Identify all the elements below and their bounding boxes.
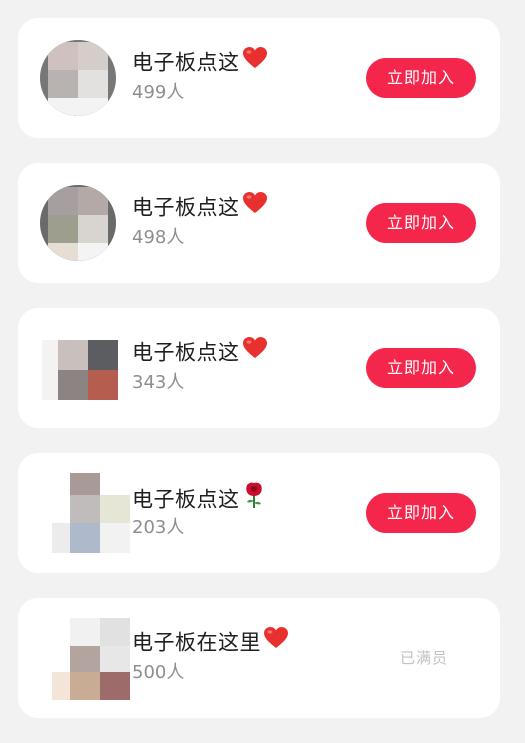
join-button[interactable]: 立即加入 — [366, 348, 476, 388]
heart-icon — [242, 191, 268, 222]
group-card[interactable]: 电子板点这 203人 立即加入 — [18, 453, 500, 573]
group-title: 电子板点这 — [132, 46, 268, 79]
member-count: 203人 — [132, 517, 185, 538]
heart-icon — [242, 46, 268, 77]
group-avatar — [40, 185, 116, 261]
group-card[interactable]: 电子板在这里 500人 已满员 — [18, 598, 500, 718]
group-avatar — [40, 330, 118, 406]
group-card[interactable]: 电子板点这 498人 立即加入 — [18, 163, 500, 283]
full-status-label: 已满员 — [399, 649, 448, 667]
group-card[interactable]: 电子板点这 343人 立即加入 — [18, 308, 500, 428]
rose-icon — [242, 481, 266, 516]
group-list: 电子板点这 499人 立即加入 电子板点这 498人 立即加入 电子板点这 34… — [18, 18, 500, 743]
member-count: 500人 — [132, 662, 185, 683]
group-card[interactable]: 电子板点这 499人 立即加入 — [18, 18, 500, 138]
heart-icon — [242, 336, 268, 367]
group-avatar — [40, 40, 116, 116]
member-count: 498人 — [132, 227, 185, 248]
member-count: 499人 — [132, 82, 185, 103]
join-button[interactable]: 立即加入 — [366, 493, 476, 533]
group-avatar — [40, 473, 130, 553]
member-count: 343人 — [132, 372, 185, 393]
group-title: 电子板点这 — [132, 481, 266, 518]
group-title: 电子板点这 — [132, 191, 268, 224]
group-title: 电子板点这 — [132, 336, 268, 369]
heart-icon — [263, 626, 289, 657]
group-title: 电子板在这里 — [132, 626, 289, 659]
group-avatar — [40, 618, 130, 700]
join-button[interactable]: 立即加入 — [366, 58, 476, 98]
join-button[interactable]: 立即加入 — [366, 203, 476, 243]
